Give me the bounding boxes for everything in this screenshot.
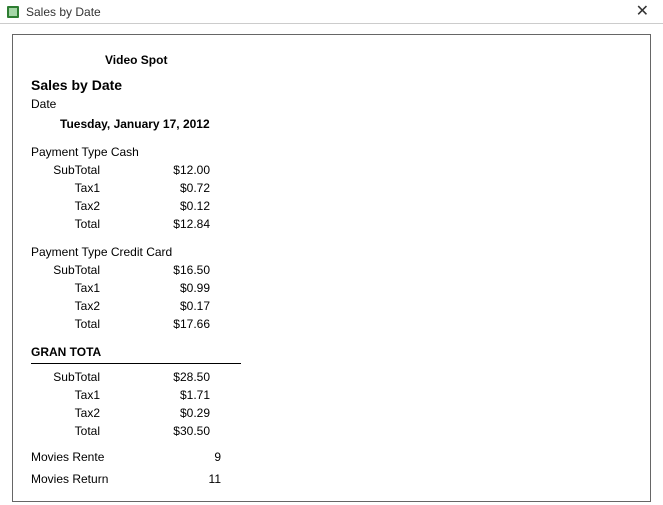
company-name: Video Spot (105, 53, 638, 67)
row-tax1: Tax1 $0.72 (25, 181, 638, 195)
label-total: Total (25, 217, 130, 231)
value-grand-subtotal: $28.50 (130, 370, 210, 384)
payment-type-prefix: Payment Type (31, 145, 108, 159)
label-movies-returned: Movies Return (31, 472, 161, 486)
payment-type-prefix: Payment Type (31, 245, 108, 259)
value-tax2: $0.17 (130, 299, 210, 313)
row-movies-rented: Movies Rente 9 (31, 450, 638, 464)
value-movies-rented: 9 (161, 450, 221, 464)
value-grand-tax2: $0.29 (130, 406, 210, 420)
value-grand-tax1: $1.71 (130, 388, 210, 402)
row-subtotal: SubTotal $16.50 (25, 263, 638, 277)
label-subtotal: SubTotal (25, 263, 130, 277)
date-label: Date (31, 97, 638, 111)
row-tax2: Tax2 $0.17 (25, 299, 638, 313)
report-title: Sales by Date (31, 77, 638, 93)
value-tax2: $0.12 (130, 199, 210, 213)
row-grand-tax1: Tax1 $1.71 (25, 388, 638, 402)
label-total: Total (25, 317, 130, 331)
payment-type-heading: Payment Type Credit Card (31, 245, 638, 259)
grand-total-heading: GRAN TOTA (31, 345, 638, 359)
window-title: Sales by Date (26, 5, 628, 19)
row-grand-subtotal: SubTotal $28.50 (25, 370, 638, 384)
value-tax1: $0.72 (130, 181, 210, 195)
row-grand-total: Total $30.50 (25, 424, 638, 438)
row-grand-tax2: Tax2 $0.29 (25, 406, 638, 420)
row-tax2: Tax2 $0.12 (25, 199, 638, 213)
label-total: Total (25, 424, 130, 438)
row-movies-returned: Movies Return 11 (31, 472, 638, 486)
title-bar: Sales by Date ✕ (0, 0, 663, 24)
report-viewport: Video Spot Sales by Date Date Tuesday, J… (0, 24, 663, 502)
close-button[interactable]: ✕ (628, 2, 657, 22)
row-total: Total $17.66 (25, 317, 638, 331)
payment-type-name: Credit Card (111, 245, 172, 259)
value-subtotal: $16.50 (130, 263, 210, 277)
label-tax2: Tax2 (25, 199, 130, 213)
row-subtotal: SubTotal $12.00 (25, 163, 638, 177)
date-value: Tuesday, January 17, 2012 (60, 117, 638, 131)
payment-type-name: Cash (111, 145, 139, 159)
value-total: $12.84 (130, 217, 210, 231)
label-tax2: Tax2 (25, 299, 130, 313)
label-tax1: Tax1 (25, 181, 130, 195)
row-total: Total $12.84 (25, 217, 638, 231)
value-total: $17.66 (130, 317, 210, 331)
report-page: Video Spot Sales by Date Date Tuesday, J… (12, 34, 651, 502)
value-movies-returned: 11 (161, 472, 221, 486)
value-tax1: $0.99 (130, 281, 210, 295)
label-tax1: Tax1 (25, 281, 130, 295)
label-subtotal: SubTotal (25, 163, 130, 177)
app-icon (6, 5, 20, 19)
row-tax1: Tax1 $0.99 (25, 281, 638, 295)
value-subtotal: $12.00 (130, 163, 210, 177)
divider (31, 363, 241, 364)
payment-type-heading: Payment Type Cash (31, 145, 638, 159)
label-subtotal: SubTotal (25, 370, 130, 384)
label-tax1: Tax1 (25, 388, 130, 402)
value-grand-total: $30.50 (130, 424, 210, 438)
label-movies-rented: Movies Rente (31, 450, 161, 464)
label-tax2: Tax2 (25, 406, 130, 420)
